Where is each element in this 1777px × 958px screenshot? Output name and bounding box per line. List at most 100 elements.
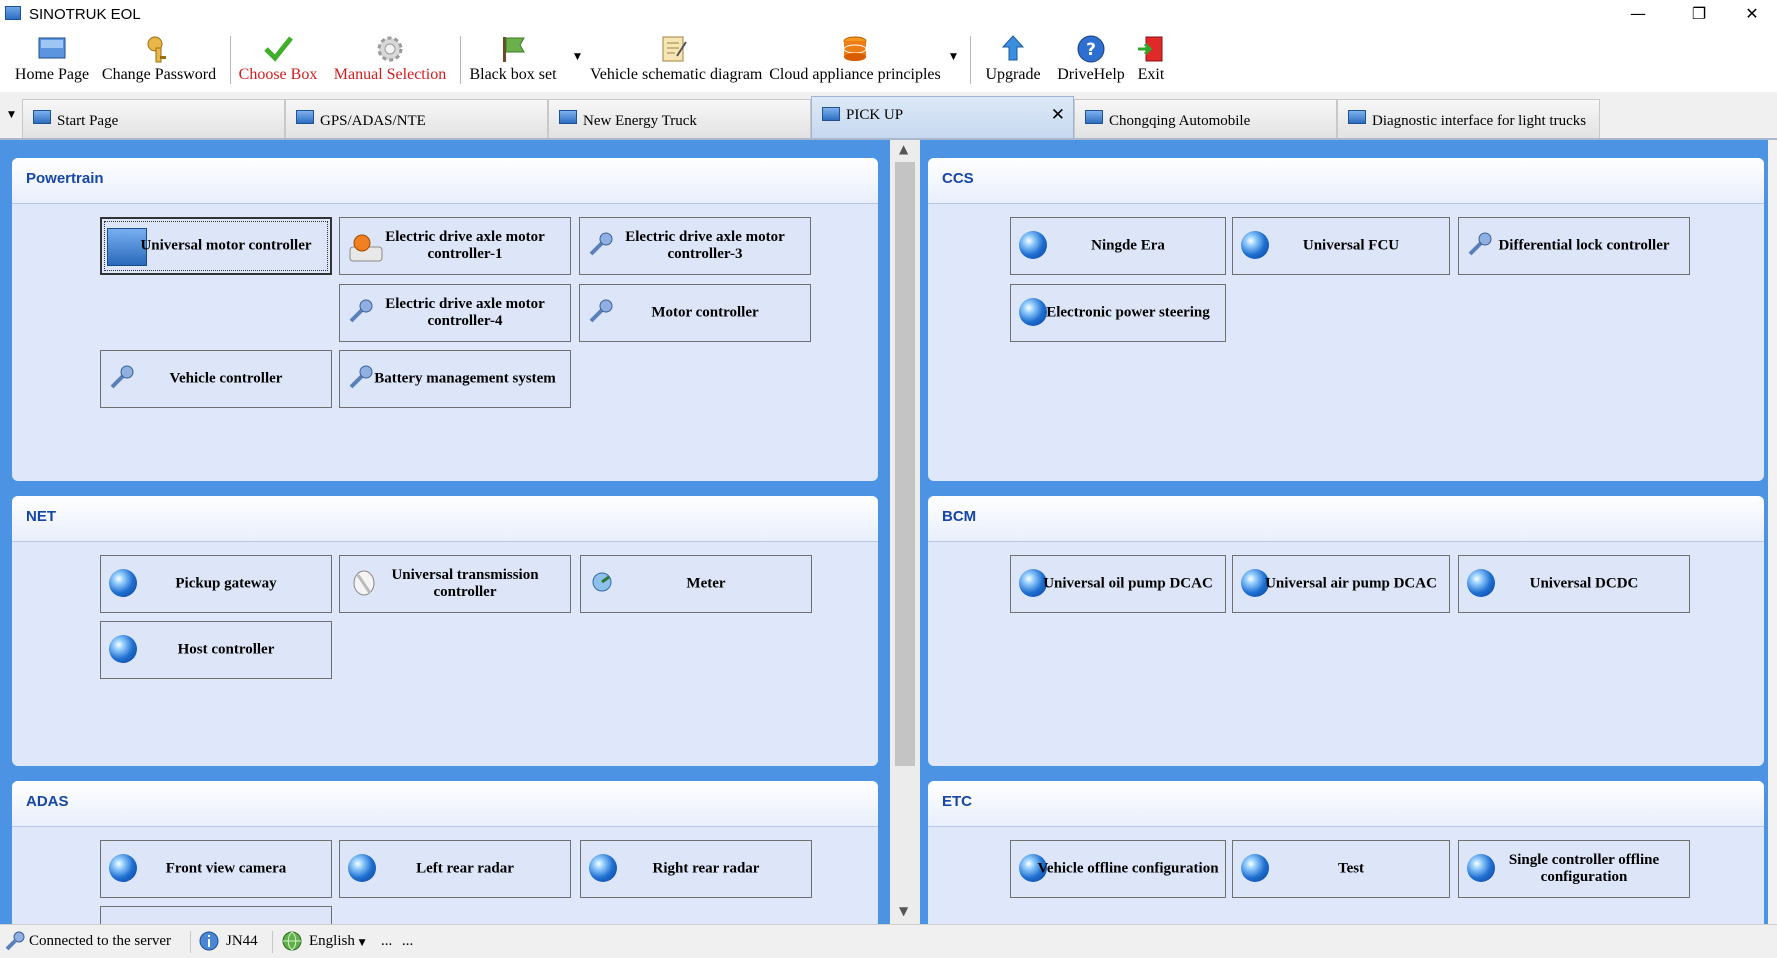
vehicle-offline-configuration-button[interactable]: Vehicle offline configuration [1010, 840, 1226, 898]
cloud-dropdown-icon[interactable]: ▼ [950, 52, 957, 62]
tab-label: Diagnostic interface for light trucks [1372, 113, 1587, 129]
status-extra-2: ... [402, 933, 414, 949]
black-box-dropdown-icon[interactable]: ▼ [574, 52, 581, 62]
toolbar-separator [230, 36, 231, 84]
universal-motor-controller-button[interactable]: Universal motor controller [100, 217, 332, 275]
tab-gps-adas-nte[interactable]: GPS/ADAS/NTE [285, 99, 548, 138]
electric-drive-axle-motor-controller-4-button[interactable]: Electric drive axle motor controller-4 [339, 284, 571, 342]
tab-start-page[interactable]: Start Page [22, 99, 285, 138]
group-title: BCM [942, 508, 977, 525]
tab-list-dropdown-icon[interactable]: ▼ [8, 110, 15, 120]
home-page-button[interactable]: Home Page [14, 32, 90, 88]
right-pane-scrollbar[interactable] [1768, 140, 1777, 924]
minimize-button[interactable]: — [1615, 0, 1661, 30]
tab-label: GPS/ADAS/NTE [320, 113, 426, 129]
vehicle-controller-button[interactable]: Vehicle controller [100, 350, 332, 408]
key-icon [147, 36, 166, 63]
manual-selection-button[interactable]: Manual Selection [333, 32, 447, 88]
universal-dcdc-button[interactable]: Universal DCDC [1458, 555, 1690, 613]
change-password-label: Change Password [101, 66, 217, 83]
button-label: Universal transmission controller [391, 567, 539, 600]
group-title: ADAS [26, 793, 69, 810]
close-tab-icon[interactable]: ✕ [1051, 105, 1065, 125]
monitor-icon [822, 107, 840, 121]
toolbar: Home Page Change Password Choose Box Man… [0, 30, 1777, 92]
tab-strip: ▼ Start Page GPS/ADAS/NTE New Energy Tru… [0, 92, 1777, 140]
tab-diagnostic-light-trucks[interactable]: Diagnostic interface for light trucks [1337, 99, 1600, 138]
group-title: Powertrain [26, 170, 104, 187]
universal-air-pump-dcac-button[interactable]: Universal air pump DCAC [1232, 555, 1450, 613]
exit-label: Exit [1137, 66, 1165, 83]
window-title: SINOTRUK EOL [29, 6, 141, 23]
single-controller-offline-configuration-button[interactable]: Single controller offline configuration [1458, 840, 1690, 898]
front-view-camera-button[interactable]: Front view camera [100, 840, 332, 898]
universal-transmission-controller-button[interactable]: Universal transmission controller [339, 555, 571, 613]
button-label: Electric drive axle motor controller-3 [625, 229, 785, 262]
tab-chongqing-automobile[interactable]: Chongqing Automobile [1074, 99, 1337, 138]
upgrade-button[interactable]: Upgrade [978, 32, 1048, 88]
scroll-up-arrow-icon[interactable]: ▲ [899, 142, 908, 156]
scroll-down-arrow-icon[interactable]: ▼ [899, 904, 908, 918]
cloud-appliance-principles-label: Cloud appliance principles [769, 66, 941, 83]
title-bar: SINOTRUK EOL — ❐ ✕ [0, 0, 1777, 30]
language-globe-icon [282, 931, 302, 951]
group-etc: ETC Vehicle offline configuration Test S… [928, 781, 1764, 924]
electric-drive-axle-motor-controller-3-button[interactable]: Electric drive axle motor controller-3 [579, 217, 811, 275]
monitor-icon [33, 110, 51, 124]
close-window-button[interactable]: ✕ [1729, 0, 1775, 30]
button-label: Right rear radar [652, 860, 760, 877]
meter-button[interactable]: Meter [580, 555, 812, 613]
left-rear-radar-button[interactable]: Left rear radar [339, 840, 571, 898]
group-header: NET [12, 496, 878, 542]
host-controller-button[interactable]: Host controller [100, 621, 332, 679]
electronic-power-steering-button[interactable]: Electronic power steering [1010, 284, 1226, 342]
partially-visible-button[interactable] [100, 906, 332, 924]
scrollbar-thumb[interactable] [895, 162, 915, 766]
button-label: Single controller offline configuration [1508, 852, 1660, 885]
right-rear-radar-button[interactable]: Right rear radar [580, 840, 812, 898]
choose-box-label: Choose Box [238, 66, 318, 83]
tab-new-energy-truck[interactable]: New Energy Truck [548, 99, 811, 138]
motor-controller-button[interactable]: Motor controller [579, 284, 811, 342]
electric-drive-axle-motor-controller-1-button[interactable]: Electric drive axle motor controller-1 [339, 217, 571, 275]
language-selector[interactable]: English ▼ [309, 933, 366, 950]
content-area: Powertrain Universal motor controller El… [0, 140, 1777, 924]
left-pane: Powertrain Universal motor controller El… [0, 140, 890, 924]
checkmark-icon [264, 36, 293, 62]
choose-box-button[interactable]: Choose Box [238, 32, 318, 88]
flag-icon [503, 37, 525, 62]
button-label: Motor controller [651, 304, 759, 321]
group-title: ETC [942, 793, 972, 810]
tab-label: New Energy Truck [583, 113, 697, 129]
group-ccs: CCS Ningde Era Universal FCU Differentia… [928, 158, 1764, 481]
left-pane-scrollbar[interactable]: ▲ ▼ [890, 140, 920, 924]
differential-lock-controller-button[interactable]: Differential lock controller [1458, 217, 1690, 275]
universal-fcu-button[interactable]: Universal FCU [1232, 217, 1450, 275]
button-label: Vehicle offline configuration [1037, 860, 1219, 877]
status-extra-1: ... [381, 933, 393, 949]
status-bar: Connected to the server JN44 English ▼ .… [0, 924, 1777, 958]
ningde-era-button[interactable]: Ningde Era [1010, 217, 1226, 275]
button-label: Electric drive axle motor controller-1 [385, 229, 545, 262]
universal-oil-pump-dcac-button[interactable]: Universal oil pump DCAC [1010, 555, 1226, 613]
gear-icon [377, 36, 403, 62]
right-pane: CCS Ningde Era Universal FCU Differentia… [920, 140, 1777, 924]
exit-button[interactable]: Exit [1133, 32, 1169, 88]
chevron-down-icon: ▼ [358, 938, 366, 948]
manual-selection-label: Manual Selection [333, 66, 447, 83]
test-button[interactable]: Test [1232, 840, 1450, 898]
button-label: Battery management system [374, 370, 556, 387]
black-box-set-button[interactable]: Black box set [468, 32, 558, 88]
button-label: Universal oil pump DCAC [1043, 575, 1213, 592]
group-header: ETC [928, 781, 1764, 827]
change-password-button[interactable]: Change Password [100, 32, 218, 88]
tab-pick-up[interactable]: PICK UP ✕ [811, 96, 1074, 138]
pickup-gateway-button[interactable]: Pickup gateway [100, 555, 332, 613]
upgrade-label: Upgrade [985, 66, 1041, 83]
battery-management-system-button[interactable]: Battery management system [339, 350, 571, 408]
restore-button[interactable]: ❐ [1676, 0, 1722, 30]
cloud-appliance-principles-button[interactable]: Cloud appliance principles [768, 32, 942, 88]
drivehelp-button[interactable]: ? DriveHelp [1055, 32, 1127, 88]
vehicle-schematic-diagram-button[interactable]: Vehicle schematic diagram [590, 32, 762, 88]
button-label: Left rear radar [416, 860, 514, 877]
